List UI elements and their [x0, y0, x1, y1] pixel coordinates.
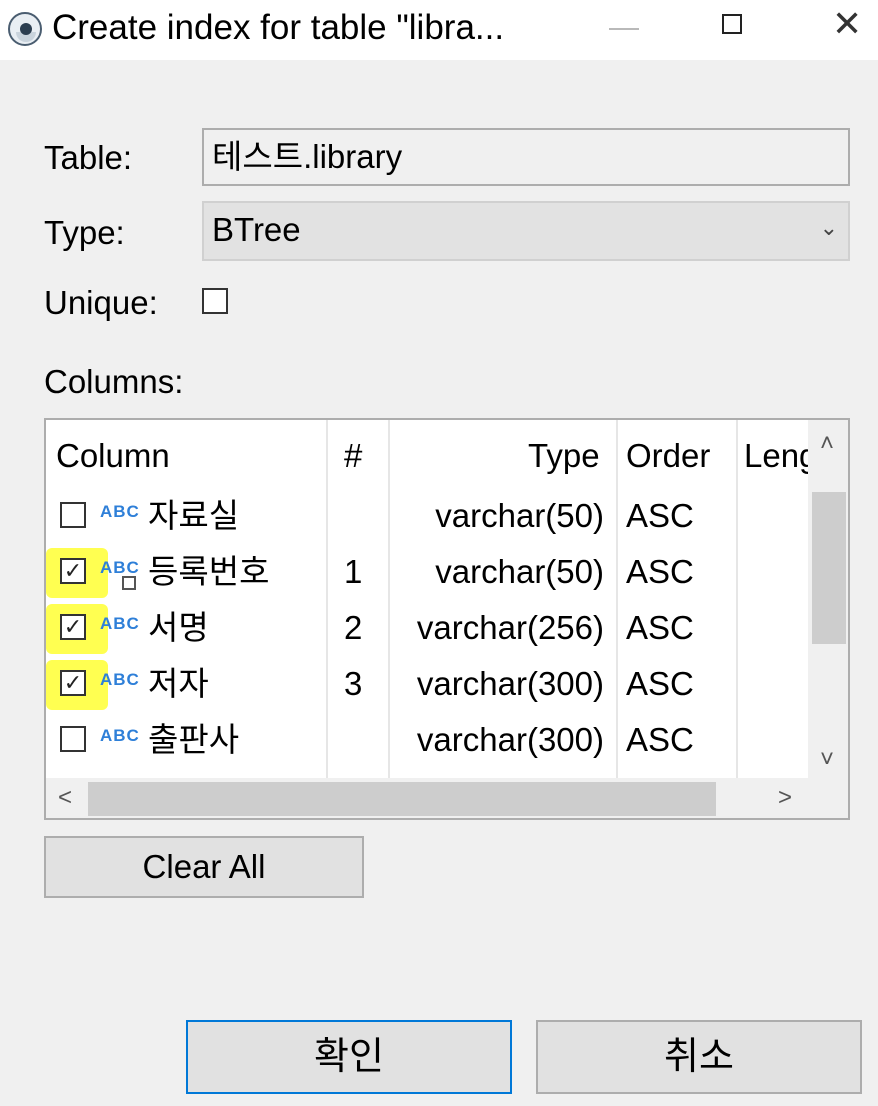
column-num: 3: [344, 665, 363, 702]
window-title: Create index for table "libra...: [52, 8, 505, 47]
horizontal-scroll-thumb[interactable]: [88, 782, 716, 816]
column-name: 등록번호: [148, 553, 270, 590]
column-order: ASC: [626, 721, 694, 758]
table-field: 테스트.library: [202, 128, 850, 186]
table-row[interactable]: ✓ ABC 등록번호 1 varchar(50) ASC: [46, 548, 808, 604]
type-select-value: BTree: [212, 211, 301, 248]
column-order: ASC: [626, 665, 694, 702]
text-type-icon: ABC: [100, 726, 140, 745]
column-name: 서명: [148, 609, 209, 646]
header-num[interactable]: #: [344, 436, 362, 476]
cancel-button[interactable]: 취소: [536, 1020, 862, 1094]
columns-table[interactable]: Column # Type Order Leng ABC 자료실 varchar…: [44, 418, 850, 820]
dbeaver-logo-icon: [8, 12, 42, 46]
vertical-scrollbar[interactable]: ˄ ˅: [808, 420, 848, 778]
clear-all-button[interactable]: Clear All: [44, 836, 364, 898]
column-order: ASC: [626, 553, 694, 590]
column-type: varchar(50): [435, 497, 604, 534]
column-order: ASC: [626, 497, 694, 534]
table-row[interactable]: ABC 출판사 varchar(300) ASC: [46, 716, 808, 772]
title-bar: Create index for table "libra... ✕: [0, 0, 878, 60]
chevron-down-icon: ⌄: [819, 215, 838, 240]
text-type-icon: ABC: [100, 670, 140, 689]
column-num: 2: [344, 609, 363, 646]
ok-button[interactable]: 확인: [186, 1020, 512, 1094]
column-name: 자료실: [148, 497, 240, 534]
column-type: varchar(300): [416, 665, 604, 702]
scroll-up-arrow-icon[interactable]: ˄: [820, 432, 834, 456]
column-checkbox[interactable]: ✓: [60, 614, 86, 640]
scroll-right-arrow-icon[interactable]: >: [778, 786, 792, 810]
column-num: 1: [344, 553, 363, 590]
text-type-icon: ABC: [100, 502, 140, 521]
column-type: varchar(50): [435, 553, 604, 590]
header-length[interactable]: Leng: [744, 436, 808, 476]
header-type[interactable]: Type: [528, 436, 600, 476]
type-select[interactable]: BTree ⌄: [202, 201, 850, 261]
table-label: Table:: [44, 139, 133, 176]
column-checkbox[interactable]: ✓: [60, 670, 86, 696]
table-row[interactable]: ABC 자료실 varchar(50) ASC: [46, 492, 808, 548]
column-type: varchar(300): [416, 721, 604, 758]
column-checkbox[interactable]: [60, 726, 86, 752]
column-name: 저자: [148, 665, 209, 702]
column-type: varchar(256): [416, 609, 604, 646]
table-row[interactable]: ✓ ABC 저자 3 varchar(300) ASC: [46, 660, 808, 716]
text-type-icon: ABC: [100, 614, 140, 633]
horizontal-scrollbar[interactable]: < >: [46, 778, 808, 818]
column-order: ASC: [626, 609, 694, 646]
maximize-button[interactable]: [722, 14, 742, 34]
column-checkbox[interactable]: [60, 502, 86, 528]
unique-checkbox[interactable]: [202, 288, 228, 314]
type-label: Type:: [44, 214, 125, 251]
text-type-icon: ABC: [100, 558, 140, 577]
unique-label: Unique:: [44, 284, 158, 321]
table-row[interactable]: ✓ ABC 서명 2 varchar(256) ASC: [46, 604, 808, 660]
vertical-scroll-thumb[interactable]: [812, 492, 846, 644]
scroll-down-arrow-icon[interactable]: ˅: [820, 748, 834, 772]
close-button[interactable]: ✕: [832, 4, 862, 44]
index-key-icon: [122, 576, 136, 590]
header-column[interactable]: Column: [56, 436, 170, 476]
scroll-left-arrow-icon[interactable]: <: [58, 786, 72, 810]
columns-label: Columns:: [44, 363, 184, 400]
header-order[interactable]: Order: [626, 436, 710, 476]
minimize-button[interactable]: [609, 28, 639, 30]
column-checkbox[interactable]: ✓: [60, 558, 86, 584]
column-name: 출판사: [148, 721, 240, 758]
